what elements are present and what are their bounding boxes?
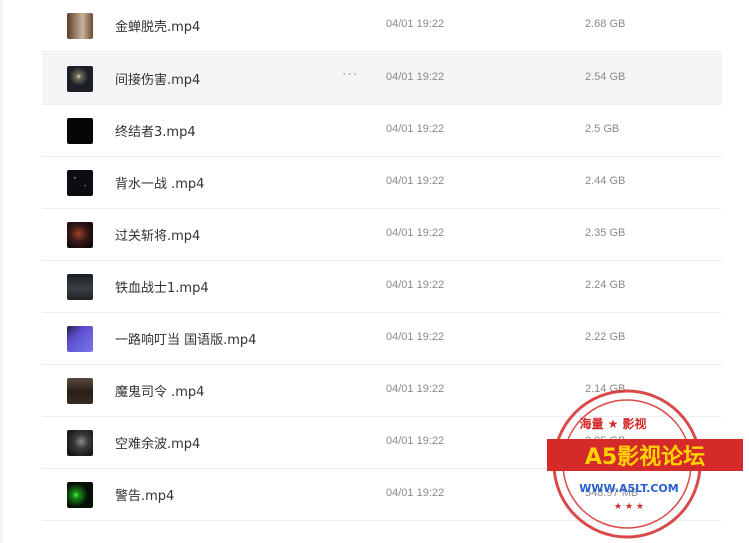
watermark-top-text: 海量 ★ 影视 [579, 416, 646, 431]
file-name[interactable]: 间接伤害.mp4 [115, 69, 200, 88]
more-options-icon[interactable]: ··· [342, 67, 358, 83]
file-name[interactable]: 警告.mp4 [115, 485, 174, 504]
file-date: 04/01 19:22 [386, 18, 445, 30]
video-thumbnail [67, 66, 93, 92]
file-size: 2.35 GB [585, 227, 626, 239]
video-thumbnail [67, 378, 93, 404]
video-thumbnail [67, 274, 93, 300]
watermark-url-text: WWW.A5LT.COM [579, 482, 678, 495]
file-size: 2.68 GB [585, 18, 626, 30]
file-date: 04/01 19:22 [386, 175, 445, 187]
file-date: 04/01 19:22 [386, 279, 445, 291]
file-size: 2.5 GB [585, 123, 620, 135]
watermark-main-text: A5影视论坛 [585, 444, 705, 470]
file-date: 04/01 19:22 [386, 227, 445, 239]
video-thumbnail [67, 326, 93, 352]
file-name[interactable]: 空难余波.mp4 [115, 433, 200, 452]
file-row[interactable]: 间接伤害.mp4 ··· 04/01 19:22 2.54 GB [42, 53, 722, 105]
file-row[interactable]: 一路响叮当 国语版.mp4 04/01 19:22 2.22 GB [42, 313, 722, 365]
video-thumbnail [67, 222, 93, 248]
watermark-stamp: 海量 ★ 影视 A5影视论坛 WWW.A5LT.COM ★ ★ ★ [543, 382, 749, 543]
video-thumbnail [67, 482, 93, 508]
file-row[interactable]: 金蝉脱壳.mp4 04/01 19:22 2.68 GB [42, 0, 722, 52]
file-row[interactable]: 铁血战士1.mp4 04/01 19:22 2.24 GB [42, 261, 722, 313]
file-size: 2.24 GB [585, 279, 626, 291]
file-name[interactable]: 铁血战士1.mp4 [115, 277, 209, 296]
file-row[interactable]: 过关斩将.mp4 04/01 19:22 2.35 GB [42, 209, 722, 261]
left-panel-edge [0, 0, 3, 543]
file-name[interactable]: 终结者3.mp4 [115, 121, 196, 140]
watermark-seal: 海量 ★ 影视 A5影视论坛 WWW.A5LT.COM ★ ★ ★ [547, 389, 743, 539]
file-date: 04/01 19:22 [386, 487, 445, 499]
file-size: 2.22 GB [585, 331, 626, 343]
file-name[interactable]: 魔鬼司令 .mp4 [115, 381, 204, 400]
file-date: 04/01 19:22 [386, 435, 445, 447]
video-thumbnail [67, 118, 93, 144]
video-thumbnail [67, 13, 93, 39]
file-date: 04/01 19:22 [386, 383, 445, 395]
file-date: 04/01 19:22 [386, 71, 445, 83]
file-date: 04/01 19:22 [386, 331, 445, 343]
svg-text:★ ★ ★: ★ ★ ★ [614, 502, 644, 512]
video-thumbnail [67, 430, 93, 456]
file-size: 2.44 GB [585, 175, 626, 187]
file-name[interactable]: 一路响叮当 国语版.mp4 [115, 329, 256, 348]
file-date: 04/01 19:22 [386, 123, 445, 135]
file-row[interactable]: 背水一战 .mp4 04/01 19:22 2.44 GB [42, 157, 722, 209]
file-name[interactable]: 过关斩将.mp4 [115, 225, 200, 244]
file-size: 2.54 GB [585, 71, 626, 83]
file-name[interactable]: 背水一战 .mp4 [115, 173, 204, 192]
file-name[interactable]: 金蝉脱壳.mp4 [115, 16, 200, 35]
video-thumbnail [67, 170, 93, 196]
file-row[interactable]: 终结者3.mp4 04/01 19:22 2.5 GB [42, 105, 722, 157]
